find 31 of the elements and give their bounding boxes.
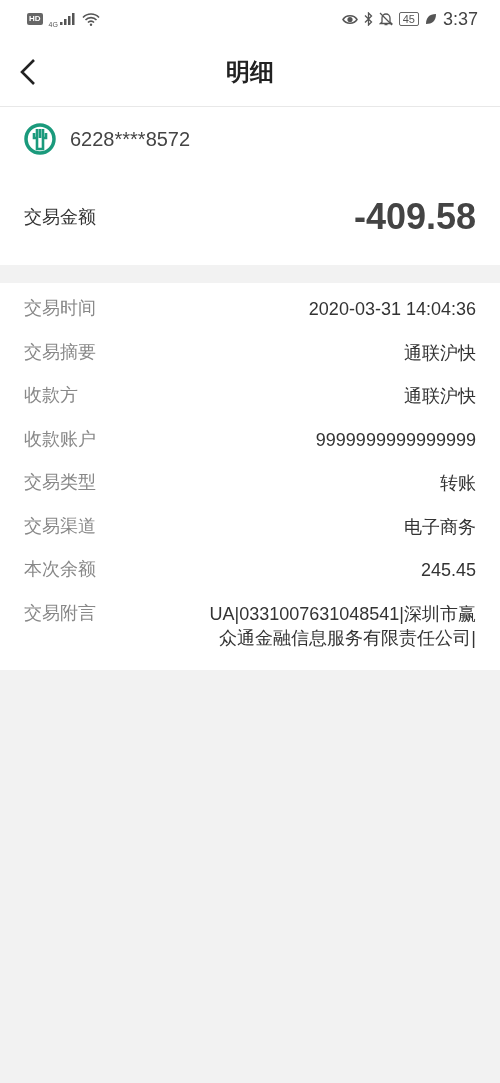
detail-value: 转账 bbox=[440, 472, 476, 495]
signal-icon bbox=[59, 13, 76, 25]
detail-value: 9999999999999999 bbox=[315, 428, 476, 452]
detail-value: 通联沪快 bbox=[404, 341, 476, 365]
amount-value: -409.58 bbox=[353, 196, 476, 238]
back-icon bbox=[20, 58, 36, 86]
battery-icon: 45 bbox=[398, 12, 419, 26]
detail-label: 交易时间 bbox=[24, 297, 96, 319]
detail-label: 交易摘要 bbox=[24, 340, 96, 363]
page-title: 明细 bbox=[225, 57, 275, 87]
detail-value: 电子商务 bbox=[404, 515, 476, 539]
detail-value: 245.45 bbox=[420, 559, 476, 582]
amount-label: 交易金额 bbox=[24, 206, 96, 229]
detail-label: 交易渠道 bbox=[24, 514, 96, 537]
clock-time: 3:37 bbox=[442, 8, 478, 30]
detail-label: 收款账户 bbox=[24, 427, 96, 450]
bluetooth-icon bbox=[363, 12, 373, 26]
detail-label: 本次余额 bbox=[24, 558, 96, 580]
detail-value: 2020-03-31 14:04:36 bbox=[308, 298, 476, 321]
bank-logo-icon bbox=[24, 123, 56, 155]
detail-value: 通联沪快 bbox=[404, 385, 476, 408]
detail-label: 交易类型 bbox=[24, 471, 96, 493]
card-number: 6228****8572 bbox=[70, 127, 191, 151]
leaf-icon bbox=[424, 13, 437, 25]
hd-badge: HD bbox=[27, 13, 43, 25]
detail-label: 收款方 bbox=[24, 384, 78, 406]
detail-label: 交易附言 bbox=[24, 601, 96, 624]
detail-value: UA|0331007631048541|深圳市赢众通金融信息服务有限责任公司| bbox=[208, 602, 476, 650]
bell-off-icon bbox=[378, 12, 393, 26]
eye-icon bbox=[341, 13, 358, 25]
wifi-icon bbox=[81, 12, 100, 26]
